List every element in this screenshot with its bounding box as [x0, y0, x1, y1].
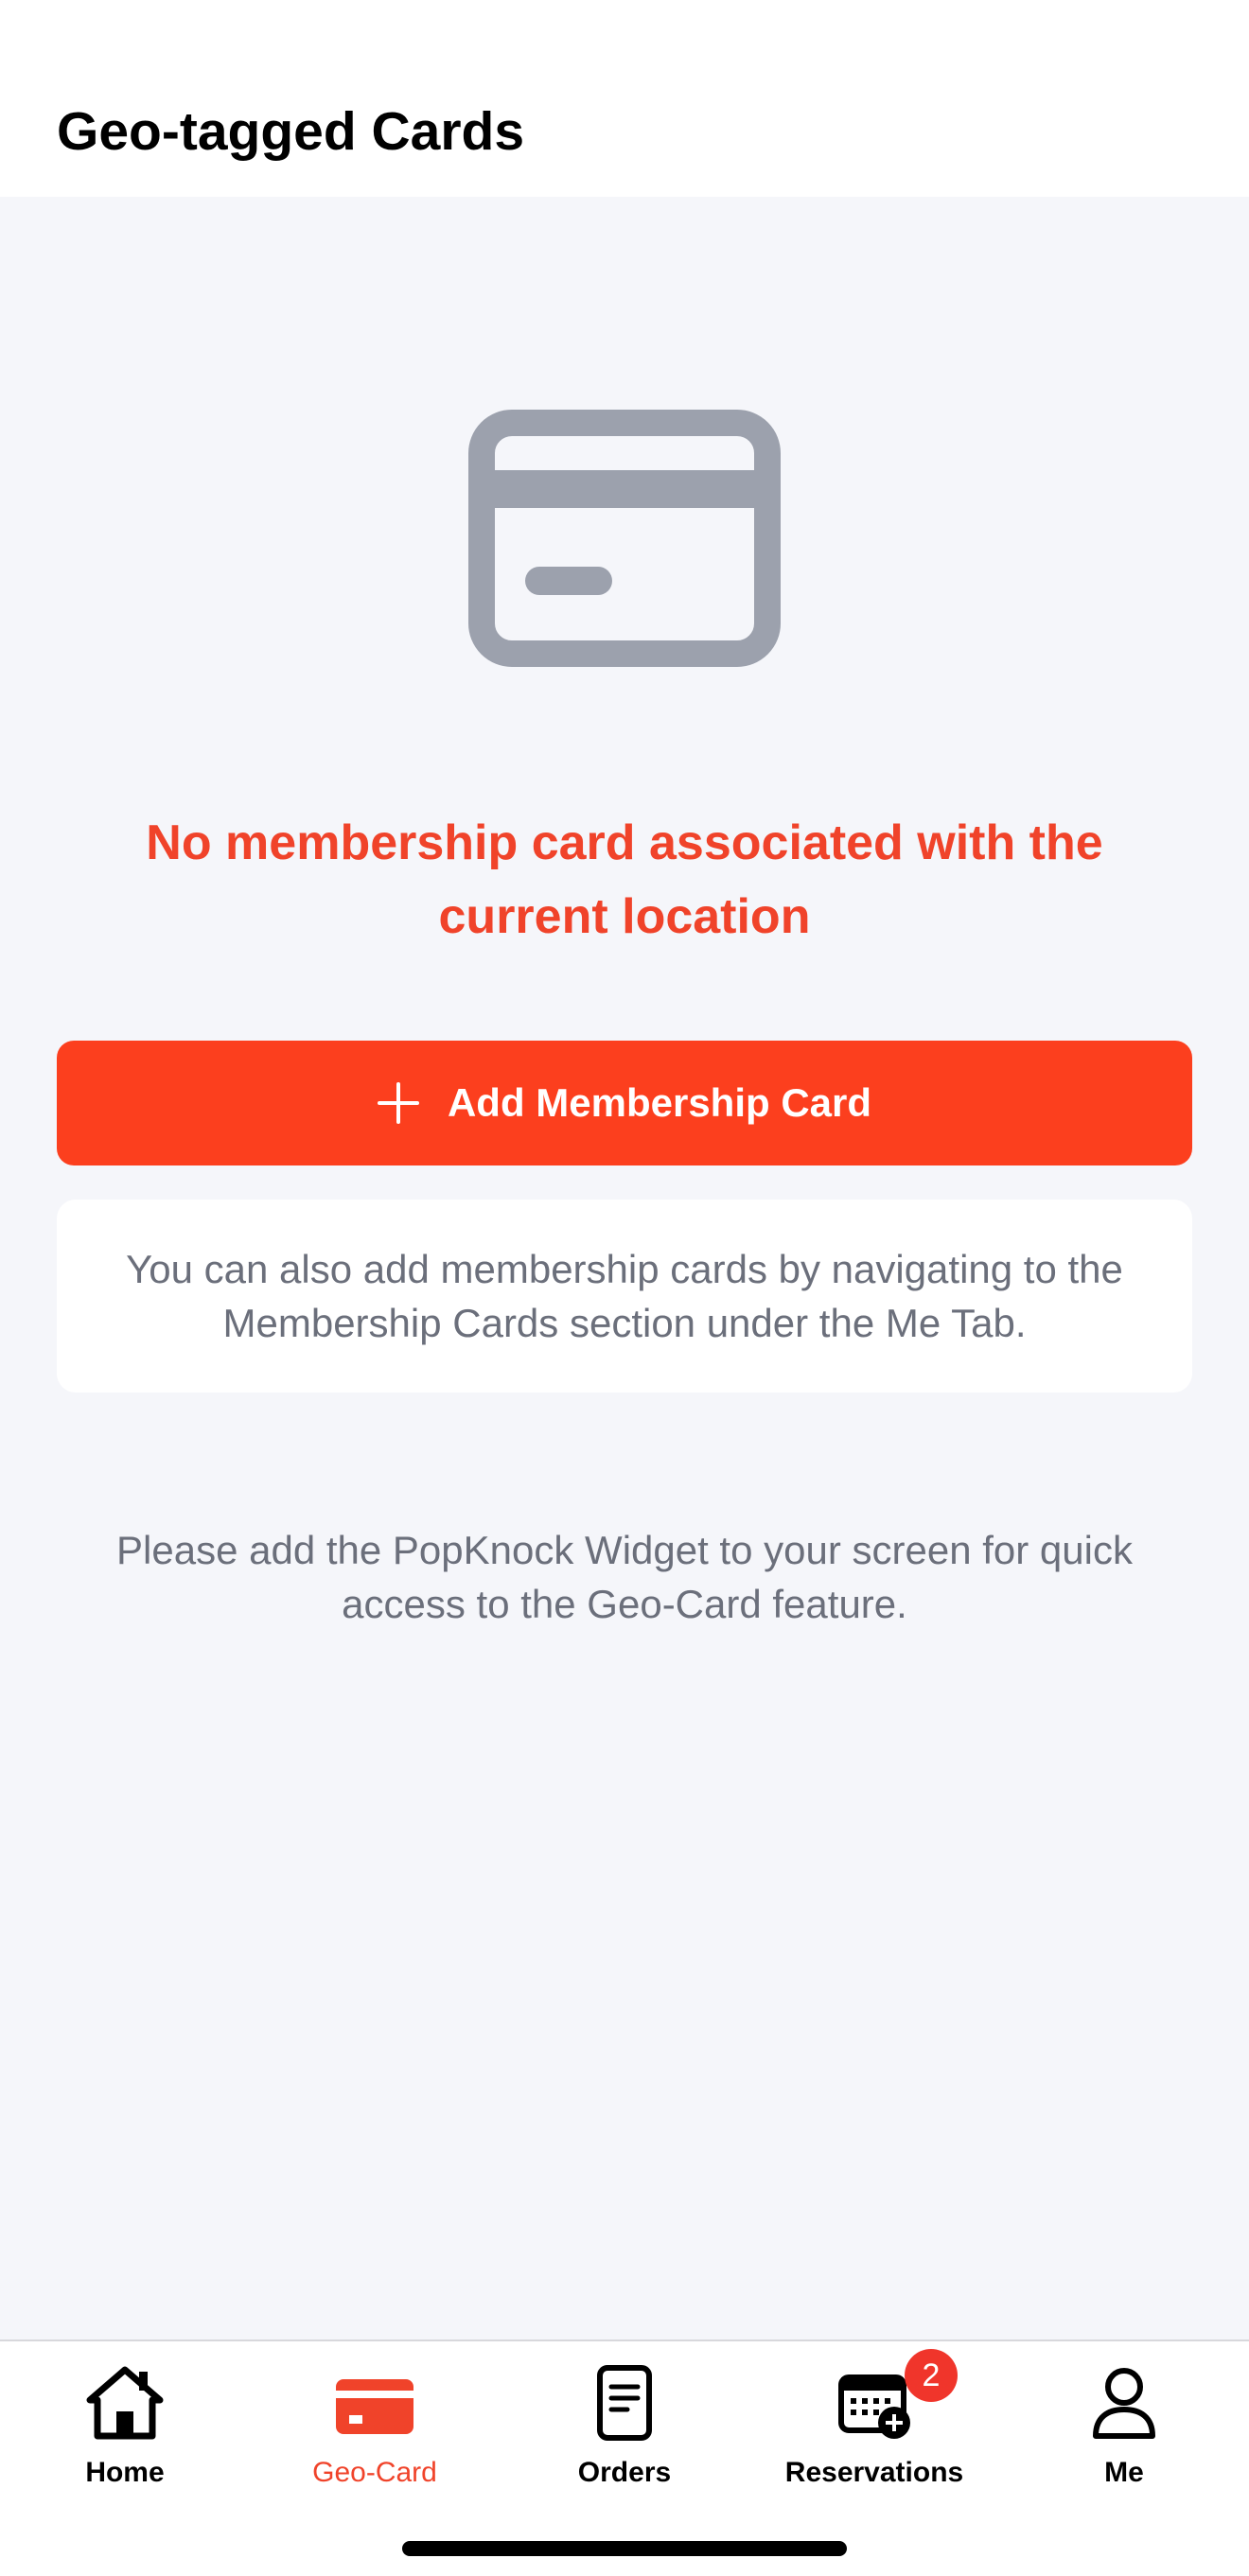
tab-geo-card[interactable]: Geo-Card [250, 2341, 500, 2502]
add-membership-card-label: Add Membership Card [447, 1080, 872, 1125]
tab-me[interactable]: Me [999, 2341, 1249, 2502]
tab-home[interactable]: Home [0, 2341, 250, 2502]
add-membership-card-button[interactable]: Add Membership Card [57, 1041, 1192, 1165]
credit-card-icon [336, 2379, 413, 2434]
person-icon [1093, 2368, 1155, 2439]
widget-hint-text: Please add the PopKnock Widget to your s… [116, 1528, 1133, 1626]
info-card-text: You can also add membership cards by nav… [126, 1247, 1123, 1345]
info-card: You can also add membership cards by nav… [57, 1200, 1192, 1393]
tab-me-label: Me [1104, 2457, 1144, 2488]
home-indicator[interactable] [402, 2541, 847, 2556]
plus-icon [377, 1082, 419, 1124]
tab-geo-card-label: Geo-Card [312, 2457, 437, 2488]
header: Geo-tagged Cards [0, 0, 1249, 197]
home-icon [86, 2366, 164, 2440]
page-title: Geo-tagged Cards [57, 101, 525, 162]
document-icon [597, 2365, 652, 2441]
tab-home-label: Home [85, 2457, 165, 2488]
tab-reservations-label: Reservations [784, 2457, 964, 2488]
tab-orders-label: Orders [577, 2457, 672, 2488]
credit-card-icon [468, 410, 781, 667]
empty-state-message: No membership card associated with the c… [146, 815, 1103, 944]
geo-card-screen: Geo-tagged Cards No membership card asso… [0, 0, 1249, 2576]
tab-reservations[interactable]: Reservations [749, 2341, 999, 2502]
tab-orders[interactable]: Orders [500, 2341, 749, 2502]
reservations-badge: 2 [905, 2349, 958, 2402]
